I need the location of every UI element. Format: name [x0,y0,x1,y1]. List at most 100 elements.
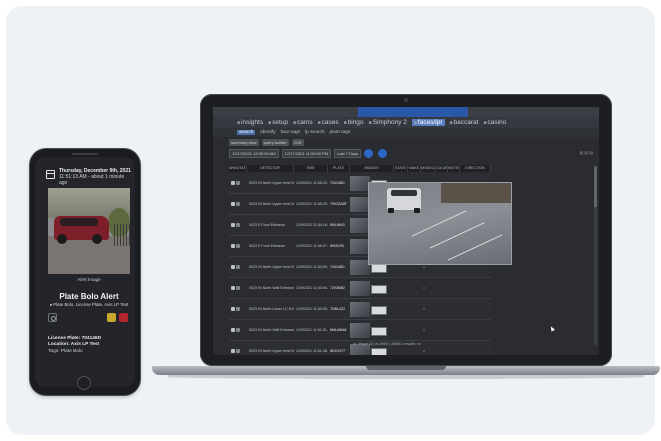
plate-thumbnail[interactable] [371,284,387,294]
vehicle-thumbnail[interactable] [350,259,370,275]
column-header-make[interactable]: MAKE [408,165,421,172]
range-select[interactable]: Last 7 Days [334,148,362,158]
nav-item-cams[interactable]: ■ cams [293,119,313,126]
scrollbar-thumb[interactable] [594,167,597,207]
column-header-direction[interactable]: DIRECTION [460,165,491,172]
checkbox-icon[interactable] [231,349,235,353]
search-icon[interactable] [364,148,374,158]
plate-link[interactable]: 7DBL4Z2 [328,307,350,311]
plate-link[interactable]: 8SMV03 [328,244,350,248]
row-actions[interactable] [229,307,247,311]
vehicle-thumbnail[interactable] [350,280,370,296]
phone: Thursday, December 9th, 2021 11:51:13 AM… [30,149,140,395]
vehicle-thumbnail[interactable] [350,196,370,212]
id-icon: ■ [413,119,417,126]
nav-item-bingo[interactable]: ■ bingo [344,119,364,126]
edit-icon[interactable] [236,307,240,311]
checkbox-icon[interactable] [231,181,235,185]
summary-view-button[interactable]: summary view [229,138,259,146]
edit-icon[interactable] [236,244,240,248]
gear-icon: ■ [268,119,272,126]
subnav-plate-tags[interactable]: plate tags [330,130,351,135]
nav-item-faces-lpr[interactable]: ■ faces/lpr [411,119,445,126]
subnav-identify[interactable]: identify [260,130,275,135]
vehicle-thumbnail[interactable] [350,322,370,338]
images-cell[interactable] [350,322,394,338]
query-builder-button[interactable]: query builder [261,138,289,146]
checkbox-icon[interactable] [231,265,235,269]
vehicle-thumbnail[interactable] [350,175,370,191]
row-actions[interactable] [229,181,247,185]
plate-thumbnail[interactable] [371,347,387,355]
nav-item-cases[interactable]: ■ cases [318,119,339,126]
checkbox-icon[interactable] [231,202,235,206]
edit-icon[interactable] [236,349,240,353]
column-header-model[interactable]: MODEL [421,165,435,172]
alert-image[interactable] [48,188,130,274]
subnav-lp-search[interactable]: lp search [305,130,324,135]
from-date-input[interactable]: 12/17/2021 12:00:00 AM [229,148,279,158]
column-header-detector[interactable]: DETECTOR [247,165,294,172]
images-cell[interactable] [350,280,394,296]
nav-item-baccarat[interactable]: ■ baccarat [450,119,479,126]
row-actions[interactable] [229,223,247,227]
plate-link[interactable]: 8K2G077 [328,349,350,353]
vehicle-thumbnail[interactable] [350,301,370,317]
subnav-search[interactable]: search [237,130,256,135]
checkbox-icon[interactable] [231,286,235,290]
flag-button[interactable] [107,313,116,322]
images-cell[interactable] [350,301,394,317]
edit-icon[interactable] [236,286,240,290]
plate-link[interactable]: 704146D [328,265,350,269]
clear-button[interactable]: CLR [291,138,304,146]
table-row[interactable]: 0023 IN North Lower LC Exit 12/9/2021 11:… [229,299,491,320]
row-actions[interactable] [229,265,247,269]
checkbox-icon[interactable] [231,244,235,248]
delete-button[interactable] [119,313,128,322]
plate-thumbnail[interactable] [371,305,387,315]
plate-thumbnail[interactable] [371,326,387,336]
edit-icon[interactable] [236,265,240,269]
column-header-annotations[interactable]: ANNOTATIONS [229,165,247,172]
nav-item-casino[interactable]: ■ casino [483,119,506,126]
row-actions[interactable] [229,328,247,332]
row-actions[interactable] [229,202,247,206]
column-header-notes[interactable]: NOTES [448,165,460,172]
column-header-images[interactable]: IMAGES [350,165,394,172]
edit-icon[interactable] [236,181,240,185]
vehicle-thumbnail[interactable] [350,238,370,254]
subnav-face-tags[interactable]: face tags [281,130,300,135]
checkbox-icon[interactable] [231,223,235,227]
home-button[interactable] [77,376,91,390]
column-header-time[interactable]: TIME [294,165,328,172]
pagination[interactable]: ◂ ‹ Page [1] of 2855 | 28551 results › ▸ [353,341,421,346]
image-preview-popup[interactable] [368,182,512,265]
plate-link[interactable]: 7WO2A8F [328,202,350,206]
table-header: ANNOTATIONSDETECTORTIMEPLATEIMAGESSTATEM… [229,165,491,172]
plate-link[interactable]: 8NL9643 [328,223,350,227]
checkbox-icon[interactable] [231,328,235,332]
vehicle-thumbnail[interactable] [350,217,370,233]
row-actions[interactable] [229,244,247,248]
nav-item-insights[interactable]: ■ insights [237,119,263,126]
to-date-input[interactable]: 12/17/2021 11:59:59 PM [281,148,332,158]
plate-link[interactable]: 704146D [328,181,350,185]
edit-icon[interactable] [236,202,240,206]
nav-item-simphony-2[interactable]: ■ Simphony 2 [369,119,407,126]
column-header-plate[interactable]: PLATE [328,165,350,172]
table-row[interactable]: 0023 IN North Wall Entrance 12/9/2021 11:… [229,278,491,299]
plate-link[interactable]: 6MLM6A8 [328,328,350,332]
checkbox-icon[interactable] [231,307,235,311]
refresh-icon[interactable] [378,148,388,158]
row-actions[interactable] [229,286,247,290]
view-icon[interactable] [48,313,57,322]
column-header-state[interactable]: STATE [394,165,408,172]
row-actions[interactable] [229,349,247,353]
plate-link[interactable]: 7ZKB882 [328,286,350,290]
column-header-color[interactable]: COLOR [435,165,448,172]
nav-item-setup[interactable]: ■ setup [268,119,288,126]
toolbar-options[interactable]: ▤ ▤ ▤ [579,150,593,155]
edit-icon[interactable] [236,328,240,332]
table-row[interactable]: 0023 IN North Wall Entrance 12/9/2021 11:… [229,320,491,341]
edit-icon[interactable] [236,223,240,227]
